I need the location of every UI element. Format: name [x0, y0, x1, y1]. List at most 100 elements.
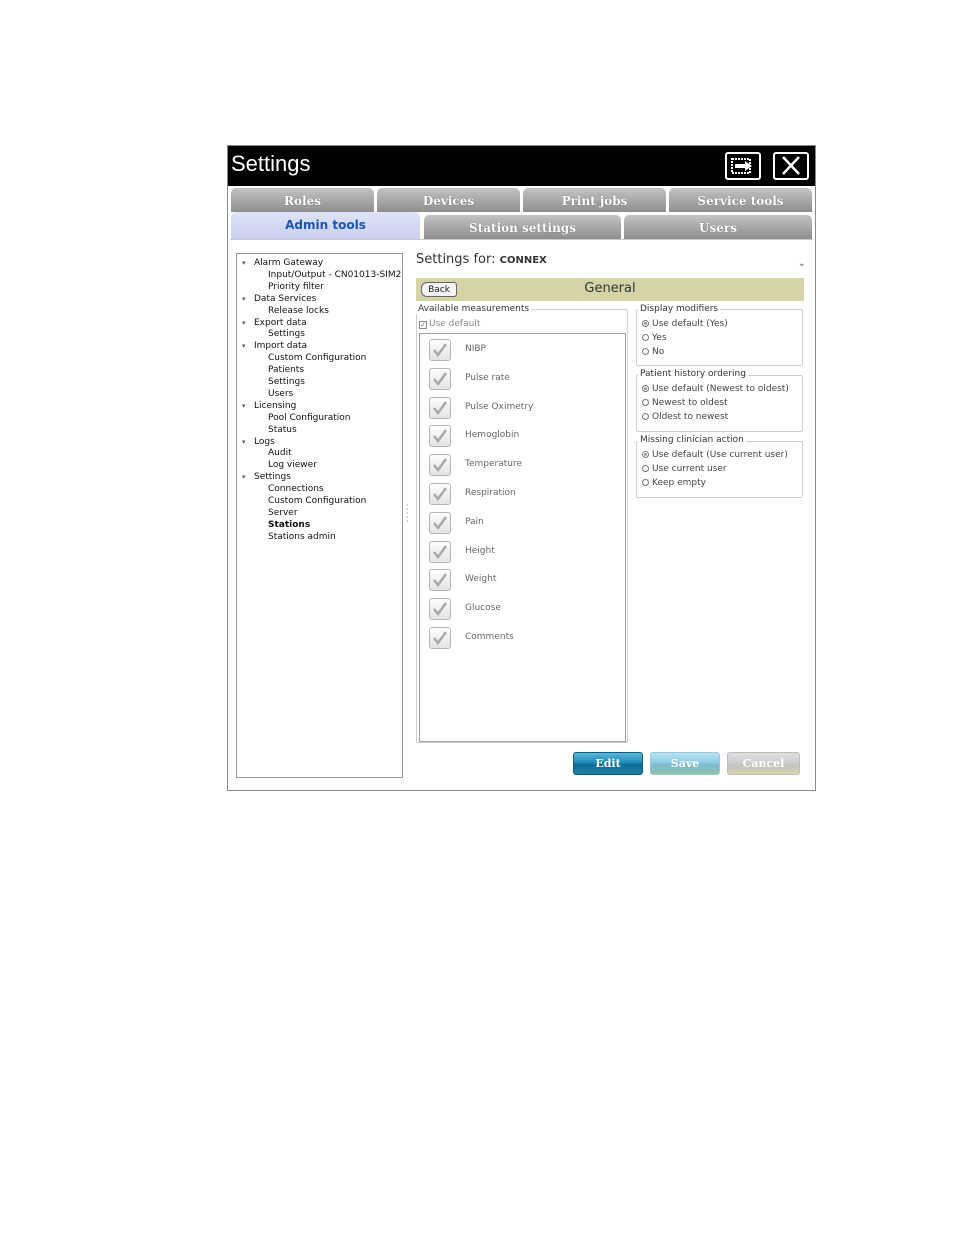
tree-item[interactable]: Status — [268, 425, 297, 435]
measurements-group-label: Available measurements — [416, 304, 532, 314]
history-ordering-option[interactable]: Newest to oldest — [642, 398, 728, 408]
tree-item[interactable]: Custom Configuration — [268, 353, 366, 363]
checkmark-icon — [433, 400, 448, 415]
settings-window: Settings Roles Devices Print jobs Servic… — [227, 145, 816, 791]
tree-item[interactable]: Server — [268, 508, 298, 518]
radio-icon — [642, 399, 649, 407]
measurement-label: Respiration — [465, 488, 516, 498]
close-icon — [782, 156, 800, 175]
measurement-checkbox[interactable] — [429, 367, 451, 390]
checkmark-icon — [433, 602, 448, 617]
radio-icon — [642, 413, 649, 421]
tab-station-settings[interactable]: Station settings — [424, 215, 621, 239]
tree-expand-icon[interactable]: ▾ — [242, 402, 246, 410]
tree-item[interactable]: Connections — [268, 484, 324, 494]
logout-button[interactable] — [725, 152, 761, 180]
tree-item[interactable]: Settings — [254, 472, 291, 482]
measurement-label: NIBP — [465, 344, 486, 354]
radio-icon — [642, 385, 649, 392]
tree-item[interactable]: Input/Output - CN01013-SIM2 — [268, 270, 401, 280]
general-header-bar: Back General — [416, 278, 804, 301]
navigation-tree[interactable]: ▾ Alarm Gateway Input/Output - CN01013-SIM… — [236, 253, 403, 778]
tree-item[interactable]: Pool Configuration — [268, 413, 351, 423]
tree-item[interactable]: Licensing — [254, 401, 296, 411]
checkmark-icon — [433, 458, 448, 473]
measurement-checkbox[interactable] — [429, 627, 451, 649]
tree-item[interactable]: Settings — [268, 377, 305, 387]
tree-item[interactable]: Settings — [268, 329, 305, 339]
radio-icon — [642, 479, 649, 487]
tree-expand-icon[interactable]: ▾ — [242, 259, 246, 267]
logout-icon — [731, 158, 752, 174]
radio-icon — [642, 451, 649, 458]
tree-item[interactable]: Patients — [268, 365, 304, 375]
radio-icon — [642, 334, 649, 342]
chevron-down-icon[interactable]: ⌄ — [798, 258, 806, 269]
measurement-checkbox[interactable] — [429, 483, 451, 505]
measurement-checkbox[interactable] — [429, 339, 451, 361]
tree-expand-icon[interactable]: ▾ — [242, 438, 246, 446]
measurement-checkbox[interactable] — [429, 540, 451, 563]
history-ordering-option[interactable]: Use default (Newest to oldest) — [642, 384, 789, 394]
measurements-list: NIBP Pulse rate Pulse Oximetry Hemoglobin Te… — [419, 333, 626, 742]
missing-clinician-option[interactable]: Keep empty — [642, 478, 706, 488]
settings-panel: Settings for: CONNEX ⌄ Back General Avai… — [416, 240, 810, 788]
tree-expand-icon[interactable]: ▾ — [242, 342, 246, 350]
tab-print-jobs[interactable]: Print jobs — [523, 188, 666, 212]
measurement-checkbox[interactable] — [429, 396, 451, 419]
tree-item[interactable]: Stations — [268, 520, 310, 530]
tree-item[interactable]: Logs — [254, 437, 275, 447]
tree-expand-icon[interactable]: ▾ — [242, 473, 246, 481]
tree-item[interactable]: Stations admin — [268, 532, 336, 542]
tree-expand-icon[interactable]: ▾ — [242, 295, 246, 303]
tab-service-tools[interactable]: Service tools — [669, 188, 812, 212]
measurement-checkbox[interactable] — [429, 425, 451, 448]
checkmark-icon — [433, 516, 448, 530]
measurement-label: Height — [465, 545, 495, 556]
tree-item[interactable]: Custom Configuration — [268, 496, 366, 506]
tree-item[interactable]: Export data — [254, 318, 307, 328]
missing-clinician-option[interactable]: Use current user — [642, 464, 727, 474]
display-modifier-option[interactable]: Yes — [642, 333, 667, 343]
missing-clinician-option[interactable]: Use default (Use current user) — [642, 450, 788, 460]
measurement-checkbox[interactable] — [429, 598, 451, 621]
measurement-label: Weight — [465, 574, 497, 585]
use-default-checkbox[interactable]: ✓ Use default — [419, 319, 480, 329]
save-button[interactable]: Save — [650, 752, 720, 775]
measurement-label: Pulse rate — [465, 372, 510, 383]
measurement-label: Pain — [465, 516, 484, 527]
tree-item[interactable]: Import data — [254, 341, 307, 351]
checkmark-icon — [433, 487, 448, 502]
tree-item[interactable]: Log viewer — [268, 460, 317, 470]
content-area: ▾ Alarm Gateway Input/Output - CN01013-SIM… — [230, 239, 813, 790]
tab-roles[interactable]: Roles — [231, 188, 374, 212]
checkmark-icon — [433, 573, 448, 588]
tree-item[interactable]: Audit — [268, 448, 292, 458]
tree-item[interactable]: Release locks — [268, 306, 329, 316]
radio-icon — [642, 465, 649, 473]
window-title: Settings — [231, 151, 311, 176]
measurement-checkbox[interactable] — [429, 511, 451, 534]
tree-item[interactable]: Data Services — [254, 294, 316, 304]
display-modifier-option[interactable]: Use default (Yes) — [642, 319, 728, 329]
tree-item[interactable]: Alarm Gateway — [254, 258, 323, 268]
close-button[interactable] — [773, 152, 809, 180]
edit-button[interactable]: Edit — [573, 752, 643, 775]
cancel-button[interactable]: Cancel — [727, 752, 800, 775]
display-modifier-option[interactable]: No — [642, 347, 664, 357]
tree-item[interactable]: Priority filter — [268, 282, 324, 292]
display-modifiers-label: Display modifiers — [638, 304, 721, 314]
tree-expand-icon[interactable]: ▾ — [242, 319, 246, 327]
measurement-label: Comments — [465, 632, 514, 642]
checkmark-icon — [433, 631, 448, 646]
measurement-checkbox[interactable] — [429, 569, 451, 592]
tab-admin-tools[interactable]: Admin tools — [231, 212, 420, 239]
history-ordering-option[interactable]: Oldest to newest — [642, 412, 728, 422]
splitter-handle[interactable]: · · · · · — [406, 502, 409, 526]
tab-devices[interactable]: Devices — [377, 188, 520, 212]
tab-users[interactable]: Users — [624, 215, 812, 239]
checkmark-icon — [433, 372, 448, 386]
measurement-checkbox[interactable] — [429, 454, 451, 477]
settings-for-value: CONNEX — [499, 255, 547, 266]
tree-item[interactable]: Users — [268, 389, 293, 399]
